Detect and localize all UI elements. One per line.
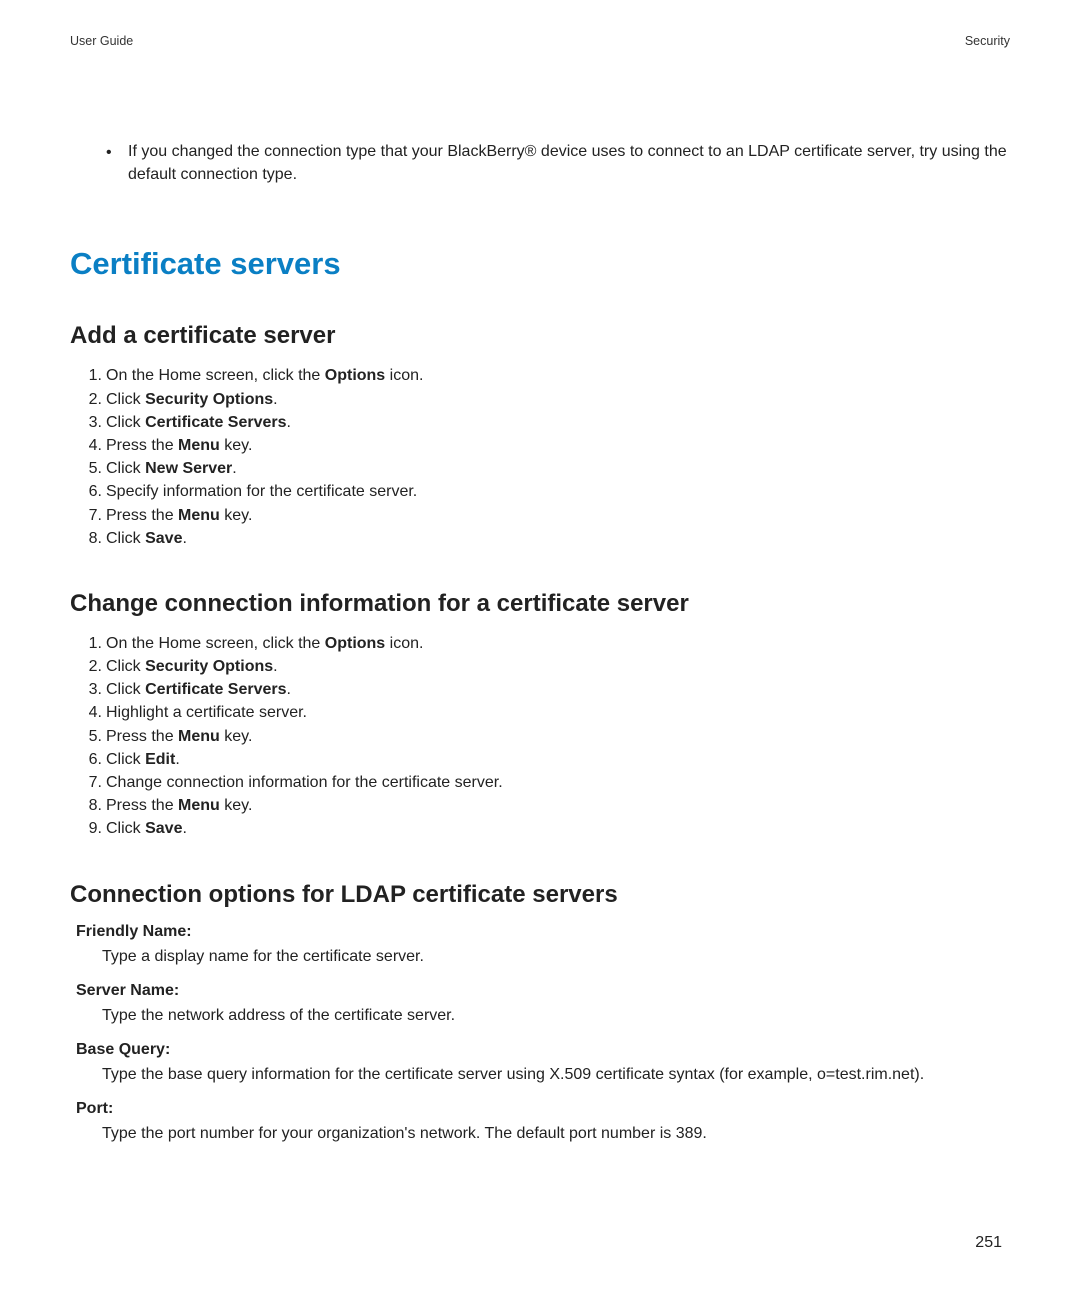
bullet-icon: • <box>106 140 128 164</box>
bold-term: Edit <box>145 751 175 768</box>
bold-term: New Server <box>145 460 232 477</box>
intro-bullet-list: • If you changed the connection type tha… <box>106 140 1010 186</box>
option-term: Base Query: <box>76 1041 1010 1059</box>
bold-term: Save <box>145 530 182 547</box>
steps-change-connection-info: On the Home screen, click the Options ic… <box>70 632 1010 841</box>
subheading-change-connection-info: Change connection information for a cert… <box>70 590 1010 618</box>
intro-bullet-text: If you changed the connection type that … <box>128 140 1010 186</box>
bold-term: Certificate Servers <box>145 681 286 698</box>
bold-term: Menu <box>178 728 220 745</box>
list-item: Click Security Options. <box>106 655 1010 678</box>
steps-add-certificate-server: On the Home screen, click the Options ic… <box>70 364 1010 550</box>
list-item: Press the Menu key. <box>106 504 1010 527</box>
list-item: Click New Server. <box>106 457 1010 480</box>
section-heading-certificate-servers: Certificate servers <box>70 246 1010 282</box>
list-item: Change connection information for the ce… <box>106 771 1010 794</box>
running-header-left: User Guide <box>70 34 133 48</box>
list-item: On the Home screen, click the Options ic… <box>106 364 1010 387</box>
bold-term: Options <box>325 635 385 652</box>
subheading-connection-options-ldap: Connection options for LDAP certificate … <box>70 881 1010 909</box>
list-item: Specify information for the certificate … <box>106 480 1010 503</box>
bold-term: Options <box>325 367 385 384</box>
option-definition: Type the network address of the certific… <box>102 1004 1010 1027</box>
list-item: Press the Menu key. <box>106 725 1010 748</box>
document-page: User Guide Security • If you changed the… <box>0 0 1080 1296</box>
option-definition: Type a display name for the certificate … <box>102 945 1010 968</box>
page-number: 251 <box>975 1234 1002 1252</box>
bold-term: Certificate Servers <box>145 414 286 431</box>
list-item: Highlight a certificate server. <box>106 701 1010 724</box>
connection-options-list: Friendly Name: Type a display name for th… <box>76 923 1010 1146</box>
bold-term: Menu <box>178 797 220 814</box>
list-item: Click Security Options. <box>106 388 1010 411</box>
list-item: Click Edit. <box>106 748 1010 771</box>
list-item: On the Home screen, click the Options ic… <box>106 632 1010 655</box>
option-definition: Type the base query information for the … <box>102 1063 1010 1086</box>
bold-term: Security Options <box>145 658 273 675</box>
option-definition: Type the port number for your organizati… <box>102 1122 1010 1145</box>
subheading-add-certificate-server: Add a certificate server <box>70 322 1010 350</box>
running-header-right: Security <box>965 34 1010 48</box>
bold-term: Security Options <box>145 391 273 408</box>
bold-term: Save <box>145 820 182 837</box>
list-item: • If you changed the connection type tha… <box>106 140 1010 186</box>
list-item: Click Certificate Servers. <box>106 411 1010 434</box>
list-item: Press the Menu key. <box>106 434 1010 457</box>
list-item: Press the Menu key. <box>106 794 1010 817</box>
option-term: Friendly Name: <box>76 923 1010 941</box>
bold-term: Menu <box>178 437 220 454</box>
option-term: Server Name: <box>76 982 1010 1000</box>
bold-term: Menu <box>178 507 220 524</box>
list-item: Click Save. <box>106 817 1010 840</box>
list-item: Click Save. <box>106 527 1010 550</box>
list-item: Click Certificate Servers. <box>106 678 1010 701</box>
running-header: User Guide Security <box>70 34 1010 48</box>
option-term: Port: <box>76 1100 1010 1118</box>
